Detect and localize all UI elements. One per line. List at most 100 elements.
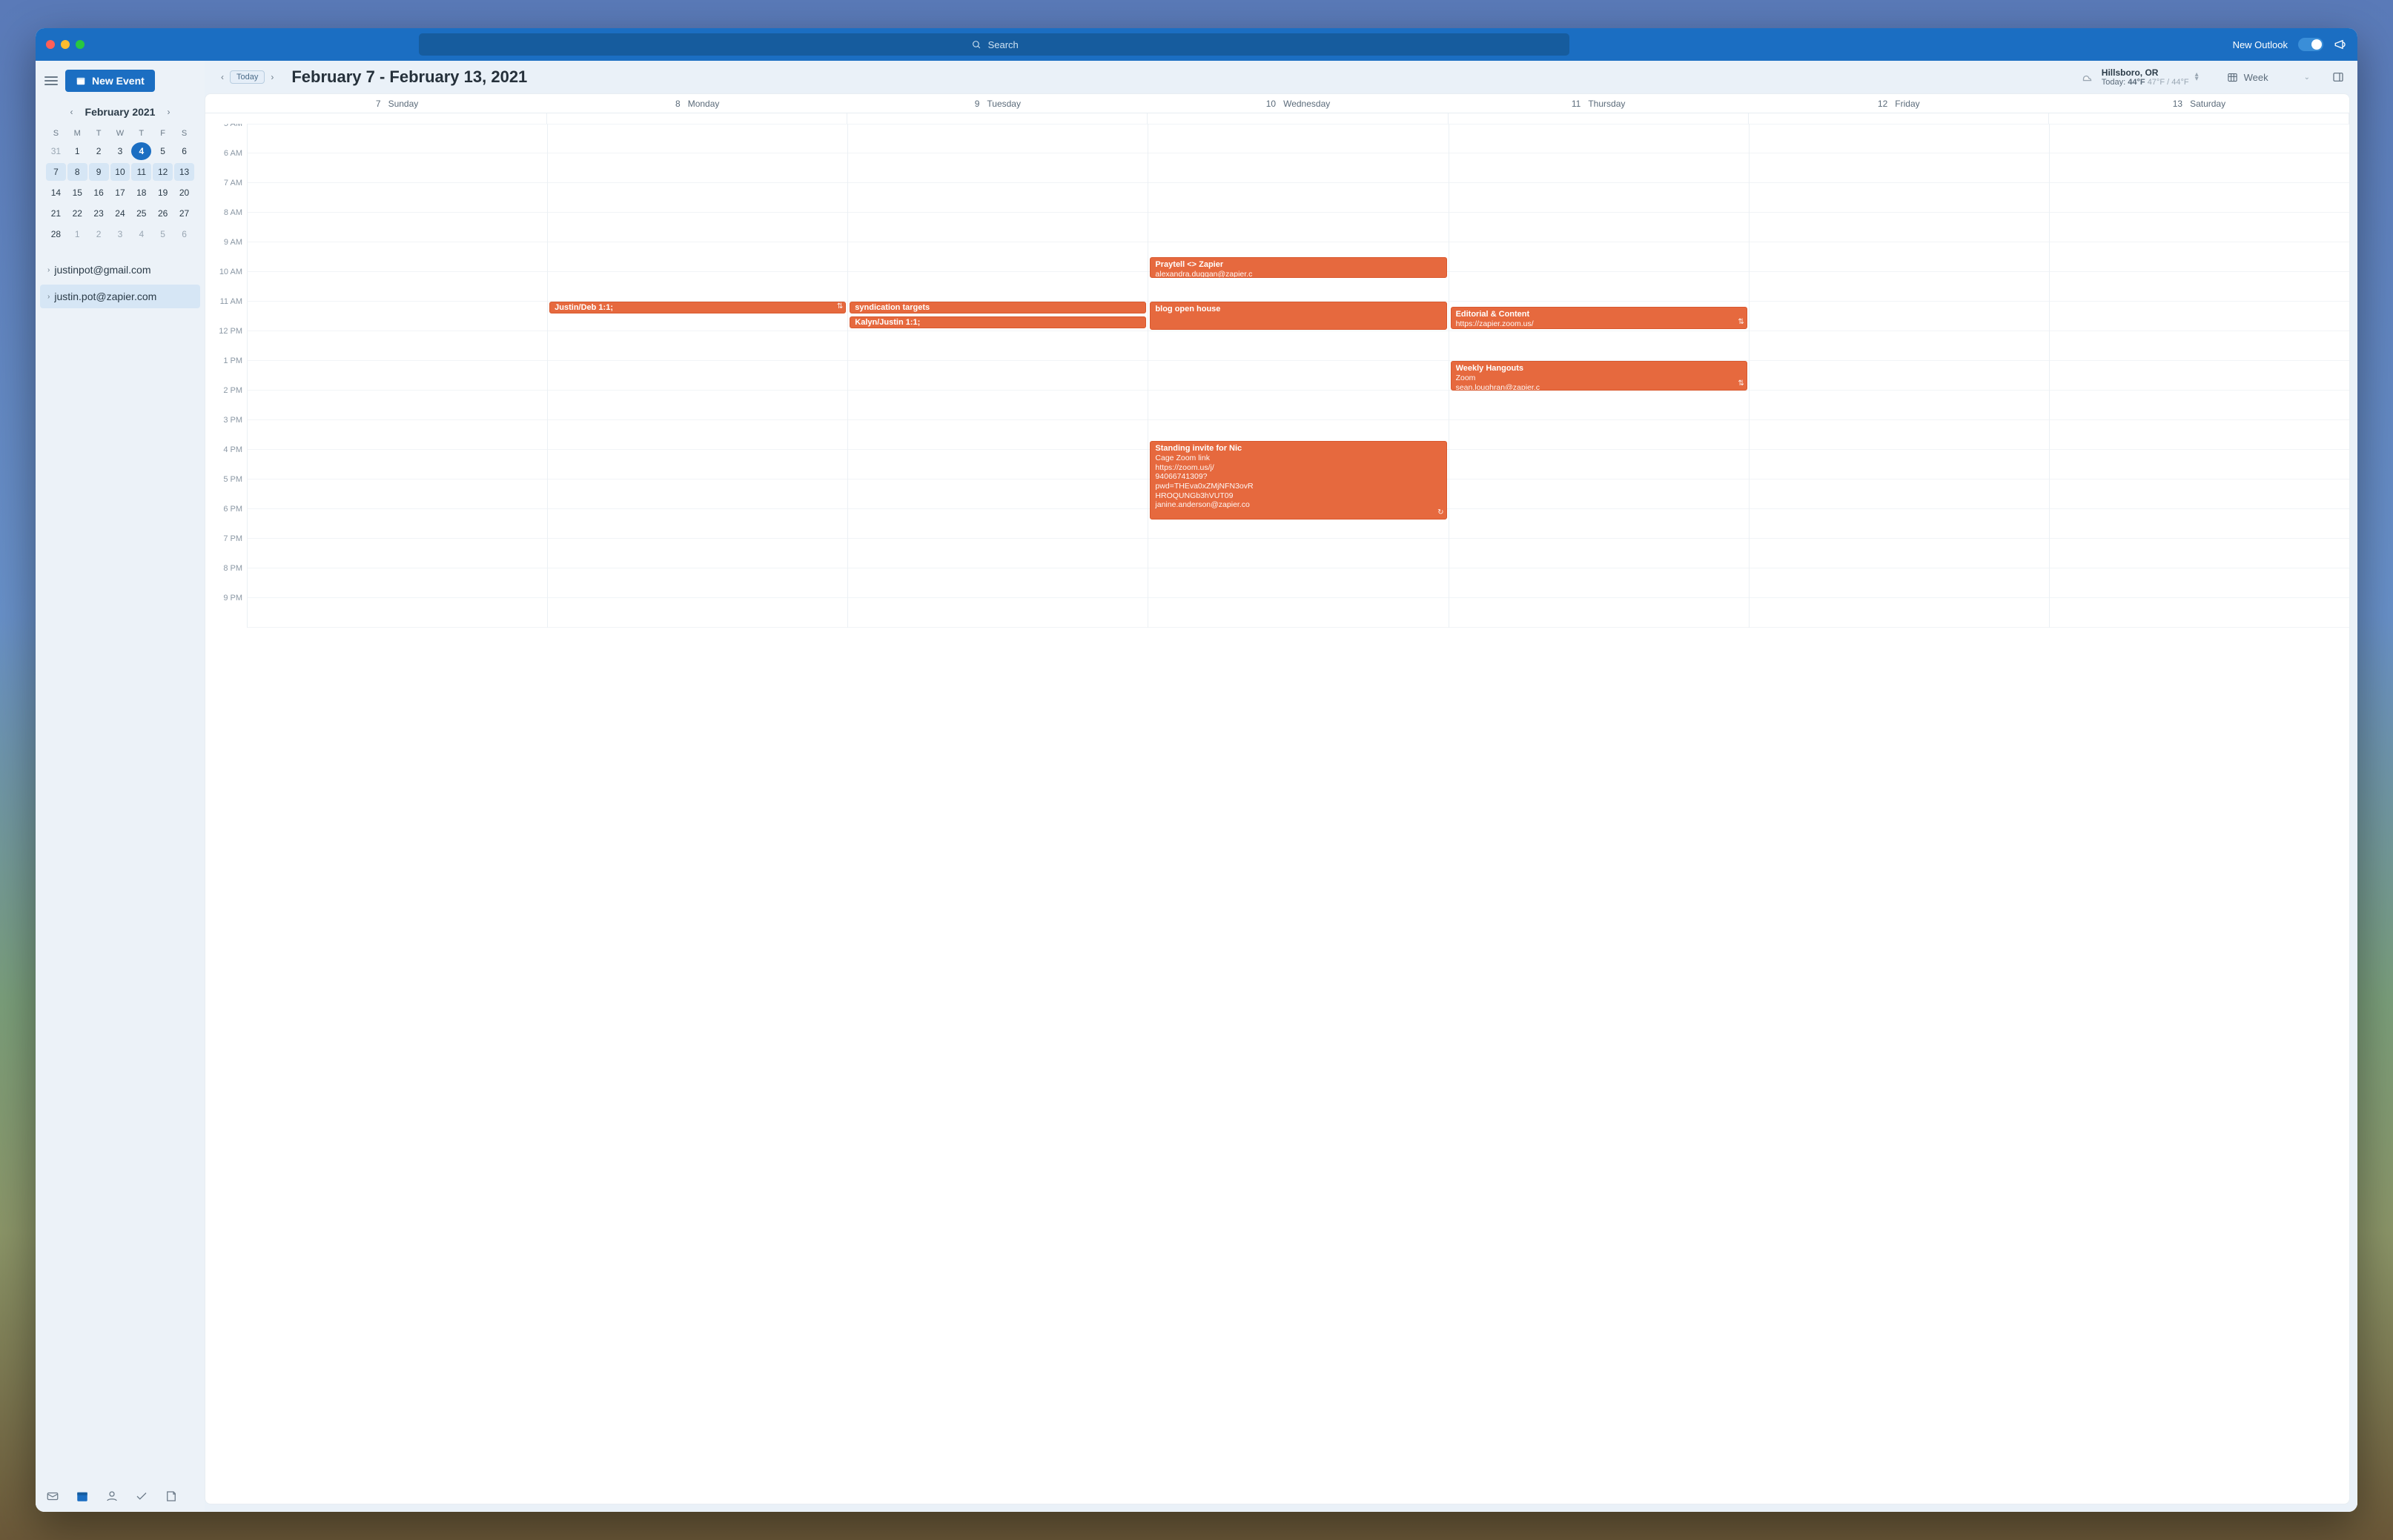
weather-widget[interactable]: Hillsboro, OR Today: 44°F 47°F / 44°F ▴▾ [2079, 67, 2199, 87]
event-blog-open-house[interactable]: blog open house [1150, 302, 1446, 330]
minical-day[interactable]: 19 [153, 184, 173, 202]
search-placeholder: Search [988, 39, 1019, 50]
day-header[interactable]: 13Saturday [2049, 94, 2349, 113]
new-event-button[interactable]: New Event [65, 70, 155, 92]
minical-day[interactable]: 6 [174, 142, 194, 160]
minical-day[interactable]: 2 [89, 142, 109, 160]
minical-day[interactable]: 1 [67, 225, 87, 243]
weather-icon [2079, 69, 2096, 85]
minical-day[interactable]: 7 [46, 163, 66, 181]
event-praytell[interactable]: Praytell <> Zapieralexandra.duggan@zapie… [1150, 257, 1446, 278]
today-button[interactable]: Today [230, 70, 265, 84]
view-label: Week [2244, 72, 2268, 83]
close-icon[interactable] [46, 40, 55, 49]
day-column[interactable]: syndication targets Kalyn/Justin 1:1; [847, 124, 1148, 628]
prev-week-button[interactable]: ‹ [218, 70, 227, 84]
minical-day[interactable]: 14 [46, 184, 66, 202]
calendar-icon[interactable] [76, 1490, 89, 1503]
day-header[interactable]: 8Monday [547, 94, 847, 113]
minical-day[interactable]: 9 [89, 163, 109, 181]
new-event-label: New Event [92, 75, 145, 87]
minical-day[interactable]: 17 [110, 184, 130, 202]
minical-day[interactable]: 24 [110, 205, 130, 222]
minical-day[interactable]: 12 [153, 163, 173, 181]
minical-day[interactable]: 3 [110, 225, 130, 243]
day-column[interactable]: Praytell <> Zapieralexandra.duggan@zapie… [1148, 124, 1448, 628]
search-input[interactable]: Search [419, 33, 1569, 56]
day-header[interactable]: 7Sunday [247, 94, 547, 113]
minical-next[interactable]: › [162, 105, 174, 119]
minical-dow: T [89, 127, 109, 139]
minical-dow: M [67, 127, 87, 139]
event-standing-invite[interactable]: Standing invite for NicCage Zoom linkhtt… [1150, 441, 1446, 520]
event-editorial[interactable]: Editorial & Contenthttps://zapier.zoom.u… [1451, 307, 1747, 329]
minical-day[interactable]: 3 [110, 142, 130, 160]
minical-day[interactable]: 13 [174, 163, 194, 181]
date-range-label: February 7 - February 13, 2021 [291, 67, 527, 87]
event-justin-deb[interactable]: Justin/Deb 1:1;⇅ [549, 302, 846, 313]
minical-day[interactable]: 16 [89, 184, 109, 202]
account-item[interactable]: ›justin.pot@zapier.com [40, 285, 200, 308]
account-label: justinpot@gmail.com [54, 264, 150, 276]
event-syndication[interactable]: syndication targets [850, 302, 1146, 313]
maximize-icon[interactable] [76, 40, 85, 49]
day-column[interactable] [2049, 124, 2349, 628]
day-header[interactable]: 10Wednesday [1148, 94, 1448, 113]
minical-day[interactable]: 5 [153, 225, 173, 243]
new-outlook-toggle[interactable] [2298, 38, 2323, 51]
day-column[interactable]: Justin/Deb 1:1;⇅ [547, 124, 847, 628]
next-week-button[interactable]: › [268, 70, 277, 84]
day-header[interactable]: 9Tuesday [847, 94, 1148, 113]
minical-prev[interactable]: ‹ [66, 105, 78, 119]
minical-day[interactable]: 23 [89, 205, 109, 222]
allday-row [205, 113, 2349, 124]
people-icon[interactable] [105, 1490, 119, 1503]
day-header[interactable]: 11Thursday [1449, 94, 1749, 113]
minical-day[interactable]: 10 [110, 163, 130, 181]
day-column[interactable] [247, 124, 547, 628]
minical-day[interactable]: 8 [67, 163, 87, 181]
minical-day[interactable]: 1 [67, 142, 87, 160]
minical-day[interactable]: 15 [67, 184, 87, 202]
new-outlook-label: New Outlook [2233, 39, 2288, 50]
day-header[interactable]: 12Friday [1749, 94, 2049, 113]
tasks-icon[interactable] [135, 1490, 148, 1503]
minical-day[interactable]: 31 [46, 142, 66, 160]
minical-day[interactable]: 5 [153, 142, 173, 160]
minical-day[interactable]: 4 [131, 225, 151, 243]
minimize-icon[interactable] [61, 40, 70, 49]
minical-day[interactable]: 4 [131, 142, 151, 160]
day-column[interactable]: Editorial & Contenthttps://zapier.zoom.u… [1449, 124, 1749, 628]
minical-day[interactable]: 22 [67, 205, 87, 222]
minical-day[interactable]: 27 [174, 205, 194, 222]
notes-icon[interactable] [165, 1490, 178, 1503]
hamburger-icon[interactable] [44, 76, 58, 85]
minical-day[interactable]: 18 [131, 184, 151, 202]
minical-day[interactable]: 6 [174, 225, 194, 243]
panel-toggle-icon[interactable] [2332, 71, 2344, 83]
minical-day[interactable]: 20 [174, 184, 194, 202]
weather-location: Hillsboro, OR [2102, 67, 2189, 78]
minical-day[interactable]: 25 [131, 205, 151, 222]
minical-day[interactable]: 26 [153, 205, 173, 222]
view-selector[interactable]: Week ⌄ [2220, 69, 2317, 86]
chevron-right-icon: › [47, 266, 50, 274]
minical-day[interactable]: 2 [89, 225, 109, 243]
hour-label: 9 PM [205, 594, 247, 623]
hour-label: 12 PM [205, 327, 247, 356]
day-name: Friday [1895, 99, 1919, 109]
day-column[interactable] [1749, 124, 2049, 628]
megaphone-icon[interactable] [2334, 38, 2347, 51]
day-name: Tuesday [987, 99, 1021, 109]
event-weekly-hangouts[interactable]: Weekly HangoutsZoomsean.loughran@zapier.… [1451, 361, 1747, 391]
weather-today-prefix: Today: [2102, 78, 2128, 87]
account-item[interactable]: › justinpot@gmail.com [40, 258, 200, 282]
minical-day[interactable]: 28 [46, 225, 66, 243]
hour-label: 6 PM [205, 505, 247, 534]
minical-day[interactable]: 11 [131, 163, 151, 181]
minical-day[interactable]: 21 [46, 205, 66, 222]
event-kalyn-justin[interactable]: Kalyn/Justin 1:1; [850, 316, 1146, 328]
mail-icon[interactable] [46, 1490, 59, 1503]
calendar-toolbar: ‹ Today › February 7 - February 13, 2021… [205, 61, 2357, 93]
weather-refresh-icon[interactable]: ▴▾ [2195, 73, 2199, 82]
